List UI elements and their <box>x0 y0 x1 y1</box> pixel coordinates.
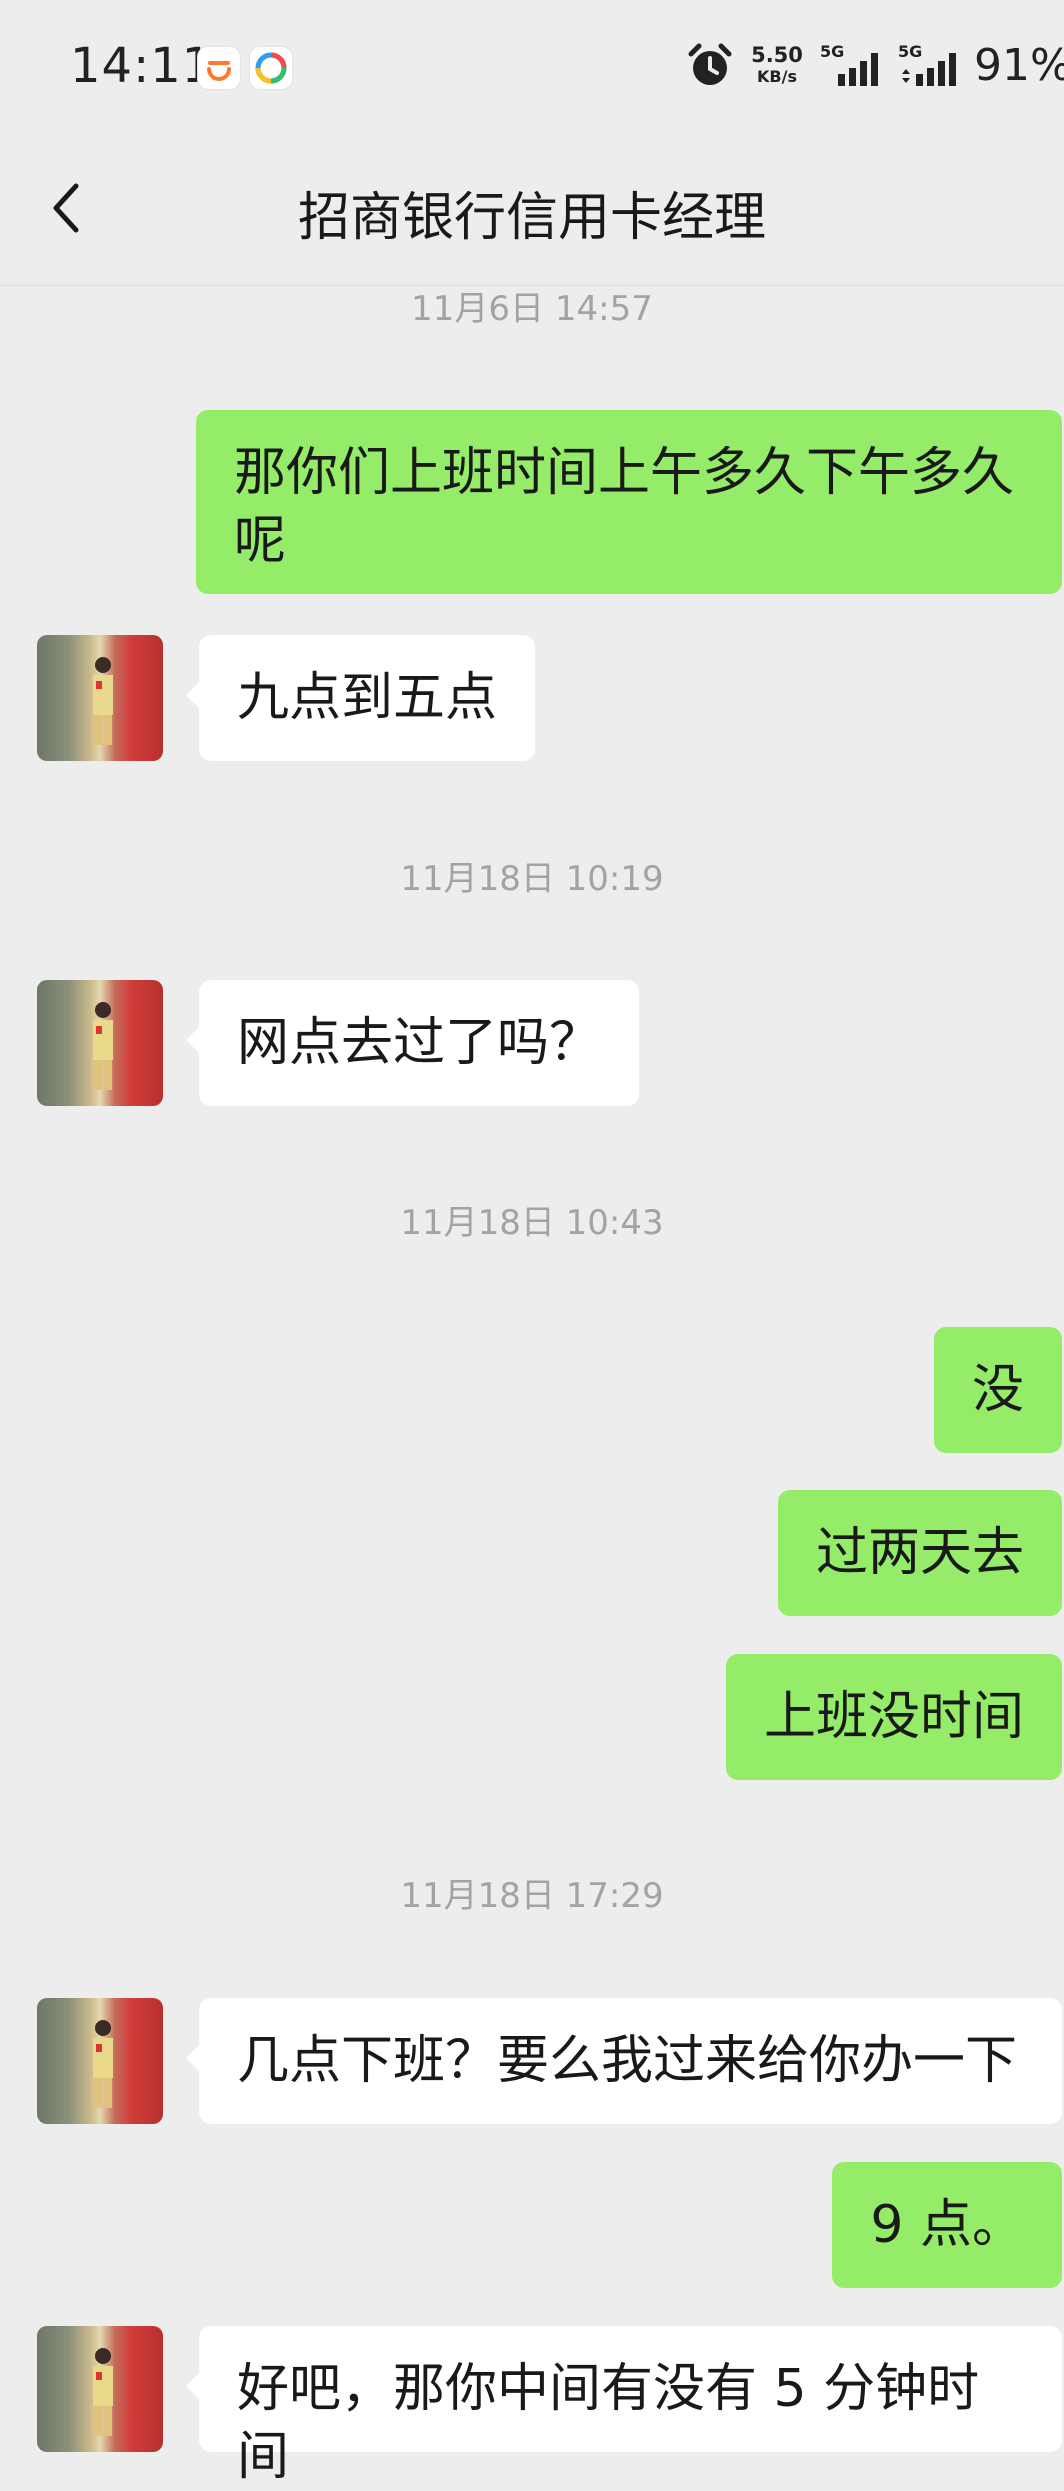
alarm-icon <box>688 43 732 85</box>
message-timestamp: 11月18日 10:19 <box>400 859 664 899</box>
message-bubble-incoming[interactable]: 九点到五点 <box>185 635 536 761</box>
contact-avatar[interactable] <box>37 2326 163 2452</box>
message-bubble-incoming[interactable]: 好吧，那你中间有没有 5 分钟时间 <box>186 2326 1062 2487</box>
status-bar: 14:11 5.50 KB/s 5G 5G 91% <box>0 0 1064 130</box>
browser-icon <box>250 47 292 89</box>
didi-icon <box>198 47 240 89</box>
signal-sim1: 5G <box>820 42 892 96</box>
signal-sim2: 5G <box>898 42 970 96</box>
contact-avatar[interactable] <box>37 980 163 1106</box>
message-timestamp: 11月18日 17:29 <box>400 1876 664 1916</box>
chat-header: 招商银行信用卡经理 <box>0 130 1064 286</box>
sim2-network-label: 5G <box>898 42 923 61</box>
message-timestamp: 11月18日 10:43 <box>400 1203 664 1243</box>
sim1-network-label: 5G <box>820 42 845 61</box>
network-speed: 5.50 KB/s <box>748 44 806 88</box>
status-time: 14:11 <box>70 38 214 94</box>
contact-avatar[interactable] <box>37 635 163 761</box>
network-speed-unit: KB/s <box>757 67 797 86</box>
battery-level: 91% <box>974 40 1064 91</box>
message-bubble-outgoing[interactable]: 没 <box>933 1327 1062 1453</box>
message-bubble-outgoing[interactable]: 过两天去 <box>777 1490 1062 1616</box>
message-bubble-outgoing[interactable]: 上班没时间 <box>725 1654 1062 1780</box>
message-bubble-outgoing[interactable]: 那你们上班时间上午多久下午多久呢 <box>196 410 1062 594</box>
message-timestamp: 11月6日 14:57 <box>411 289 653 329</box>
message-bubble-incoming[interactable]: 几点下班？要么我过来给你办一下 <box>186 1998 1062 2124</box>
message-bubble-outgoing[interactable]: 9 点。 <box>832 2162 1062 2288</box>
chat-title: 招商银行信用卡经理 <box>297 188 766 248</box>
message-bubble-incoming[interactable]: 网点去过了吗？ <box>185 980 640 1106</box>
network-speed-value: 5.50 <box>751 43 803 67</box>
contact-avatar[interactable] <box>37 1998 163 2124</box>
